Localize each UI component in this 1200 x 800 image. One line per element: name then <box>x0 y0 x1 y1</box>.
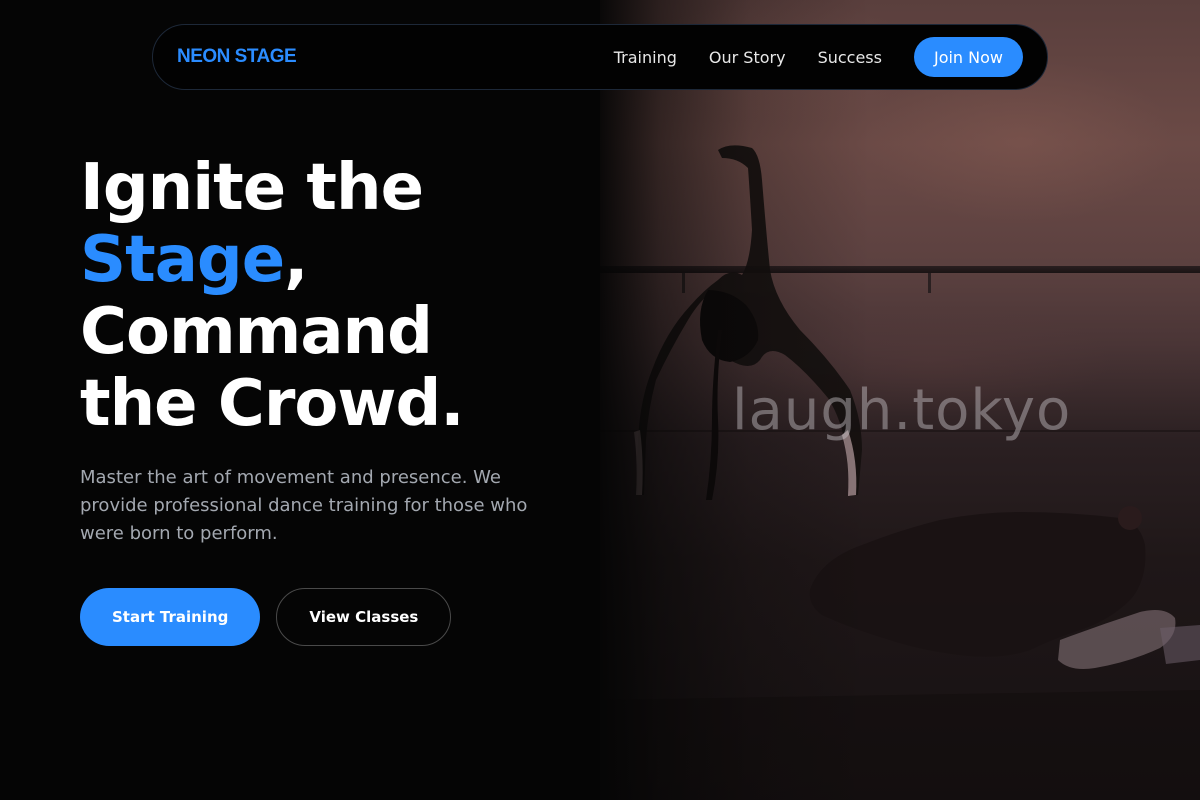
join-now-button[interactable]: Join Now <box>913 37 1023 77</box>
headline-line-4: the Crowd. <box>80 367 465 441</box>
top-navbar: NEON STAGE Training Our Story Success Jo… <box>152 24 1048 90</box>
barre-bracket <box>682 273 685 293</box>
ballet-barre <box>600 266 1200 273</box>
headline-comma: , <box>284 223 308 297</box>
view-classes-button[interactable]: View Classes <box>276 588 452 646</box>
nav-link-training[interactable]: Training <box>614 48 677 67</box>
hero-subtitle: Master the art of movement and presence.… <box>80 467 528 544</box>
brand-logo[interactable]: NEON STAGE <box>177 46 297 68</box>
headline-line-3: Command <box>80 295 433 369</box>
hero-headline: Ignite the Stage, Command the Crowd. <box>80 152 600 440</box>
barre-bracket <box>928 273 931 293</box>
nav-link-our-story[interactable]: Our Story <box>709 48 786 67</box>
headline-line-1: Ignite the <box>80 151 424 225</box>
nav-link-success[interactable]: Success <box>818 48 882 67</box>
nav-links: Training Our Story Success <box>614 48 882 67</box>
headline-accent-word: Stage <box>80 223 285 297</box>
watermark-text: laugh.tokyo <box>732 378 1072 443</box>
hero-section: Ignite the Stage, Command the Crowd. Mas… <box>80 152 600 646</box>
start-training-button[interactable]: Start Training <box>80 588 261 646</box>
landing-page: laugh.tokyo NEON STAGE Training Our Stor… <box>0 0 1200 800</box>
cta-row: Start Training View Classes <box>80 588 600 646</box>
hero-photo: laugh.tokyo <box>600 0 1200 800</box>
